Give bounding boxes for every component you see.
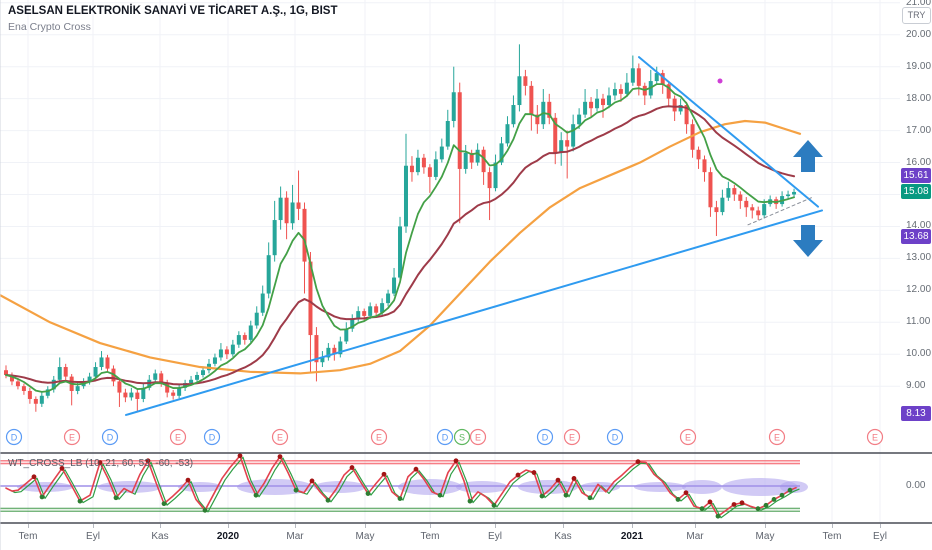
price-tick-label: 16.00 — [906, 156, 932, 168]
price-tick-label: 20.00 — [906, 28, 932, 40]
time-tick-label: Eyl — [86, 531, 100, 542]
time-tick-mark — [832, 524, 833, 528]
time-tick-mark — [28, 524, 29, 528]
time-tick-label: Eyl — [873, 531, 887, 542]
time-tick-label: 2020 — [216, 531, 240, 542]
time-tick-mark — [563, 524, 564, 528]
time-tick-label: May — [755, 531, 775, 542]
wt-cross-indicator-label[interactable]: WT_CROSS_LB (10, 21, 60, 53, -60, -53) — [8, 458, 193, 469]
time-tick-mark — [880, 524, 881, 528]
time-tick-label: May — [355, 531, 375, 542]
time-tick-mark — [365, 524, 366, 528]
indicator-tick-label: 0.00 — [906, 480, 926, 491]
time-tick-mark — [160, 524, 161, 528]
time-tick-mark — [295, 524, 296, 528]
symbol-title[interactable]: ASELSAN ELEKTRONİK SANAYİ VE TİCARET A.Ş… — [8, 5, 338, 17]
time-tick-label: Tem — [18, 531, 38, 542]
price-tick-label: 21.00 — [906, 0, 932, 8]
time-tick-mark — [430, 524, 431, 528]
time-tick-label: Kas — [554, 531, 572, 542]
chart-labels-layer: ASELSAN ELEKTRONİK SANAYİ VE TİCARET A.Ş… — [0, 0, 932, 550]
time-tick-label: Tem — [420, 531, 440, 542]
indicator-subtitle[interactable]: Ena Crypto Cross — [8, 21, 91, 33]
time-tick-label: 2021 — [620, 531, 644, 542]
time-tick-label: Eyl — [488, 531, 502, 542]
price-tick-label: 17.00 — [906, 124, 932, 136]
time-tick-mark — [765, 524, 766, 528]
time-tick-mark — [495, 524, 496, 528]
price-badge-15.08: 15.08 — [901, 184, 931, 200]
currency-badge: TRY — [902, 7, 931, 24]
price-tick-label: 11.00 — [906, 316, 931, 328]
price-tick-label: 9.00 — [906, 380, 926, 392]
time-tick-mark — [228, 524, 229, 528]
time-tick-label: Tem — [822, 531, 842, 542]
time-tick-mark — [93, 524, 94, 528]
time-tick-label: Mar — [686, 531, 704, 542]
time-tick-mark — [695, 524, 696, 528]
price-badge-13.68: 13.68 — [901, 229, 931, 245]
price-tick-label: 12.00 — [906, 284, 932, 296]
price-tick-label: 13.00 — [906, 252, 932, 264]
price-badge-15.61: 15.61 — [901, 167, 931, 183]
time-tick-mark — [632, 524, 633, 528]
price-tick-label: 19.00 — [906, 60, 932, 72]
price-badge-8.13: 8.13 — [901, 406, 931, 422]
price-tick-label: 10.00 — [906, 348, 932, 360]
time-tick-label: Kas — [151, 531, 169, 542]
trading-chart-window: DEDEDEEDSEDEDEEE ASELSAN ELEKTRONİK SANA… — [0, 0, 932, 550]
price-tick-label: 18.00 — [906, 92, 932, 104]
time-tick-label: Mar — [286, 531, 304, 542]
